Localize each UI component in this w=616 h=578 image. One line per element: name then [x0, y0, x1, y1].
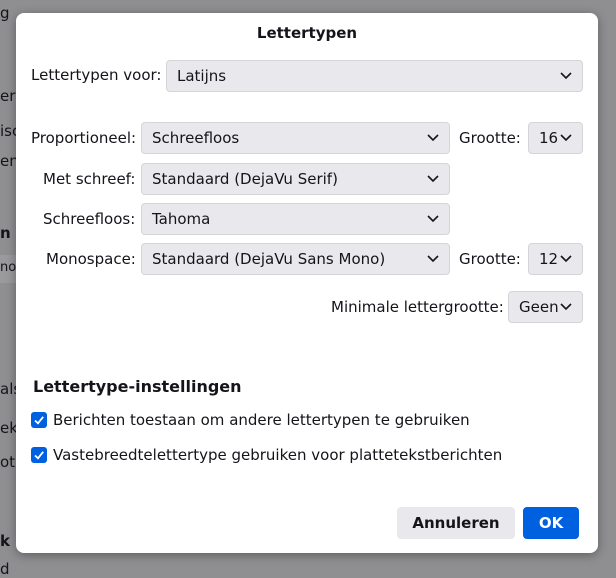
chevron-down-icon: [427, 215, 439, 223]
settings-heading: Lettertype-instellingen: [33, 377, 242, 396]
chevron-down-icon: [560, 303, 572, 311]
allow-fonts-label: Berichten toestaan om andere lettertypen…: [53, 411, 470, 429]
dialog-title: Lettertypen: [256, 24, 358, 42]
chevron-down-icon: [560, 255, 572, 263]
sans-serif-value: Tahoma: [152, 210, 211, 228]
proportional-size-select[interactable]: 16: [528, 122, 583, 154]
fixed-width-checkbox[interactable]: [31, 447, 47, 463]
proportional-value: Schreefloos: [152, 129, 240, 147]
fonts-dialog: Lettertypen Lettertypen voor: Latijns Pr…: [16, 13, 598, 553]
monospace-size-label: Grootte:: [459, 250, 521, 268]
proportional-size-value: 16: [539, 129, 559, 147]
checkmark-icon: [34, 451, 44, 460]
allow-fonts-checkbox[interactable]: [31, 412, 47, 428]
background-text: k: [0, 532, 10, 550]
ok-button[interactable]: OK: [523, 507, 579, 539]
minimum-size-value: Geen: [519, 298, 559, 316]
chevron-down-icon: [427, 175, 439, 183]
monospace-select[interactable]: Standaard (DejaVu Sans Mono): [141, 243, 450, 275]
sans-serif-label: Schreefloos:: [43, 210, 136, 228]
cancel-button[interactable]: Annuleren: [397, 507, 515, 539]
chevron-down-icon: [427, 255, 439, 263]
proportional-label: Proportioneel:: [31, 129, 137, 147]
fixed-width-label: Vastebreedtelettertype gebruiken voor pl…: [53, 446, 503, 464]
monospace-value: Standaard (DejaVu Sans Mono): [152, 250, 386, 268]
fonts-for-label: Lettertypen voor:: [31, 66, 162, 84]
serif-select[interactable]: Standaard (DejaVu Serif): [141, 163, 450, 195]
proportional-select[interactable]: Schreefloos: [141, 122, 450, 154]
chevron-down-icon: [560, 134, 572, 142]
sans-serif-select[interactable]: Tahoma: [141, 203, 450, 235]
background-text: ot: [0, 453, 16, 471]
serif-value: Standaard (DejaVu Serif): [152, 170, 338, 188]
checkmark-icon: [34, 416, 44, 425]
serif-label: Met schreef:: [43, 170, 136, 188]
chevron-down-icon: [560, 72, 572, 80]
proportional-size-label: Grootte:: [459, 129, 521, 147]
background-text: d: [0, 560, 10, 578]
background-text: n: [0, 224, 11, 242]
background-text: er: [0, 87, 16, 105]
monospace-size-select[interactable]: 12: [528, 243, 583, 275]
monospace-size-value: 12: [539, 250, 559, 268]
minimum-size-label: Minimale lettergrootte:: [331, 298, 504, 316]
monospace-label: Monospace:: [46, 250, 136, 268]
chevron-down-icon: [427, 134, 439, 142]
fonts-for-select[interactable]: Latijns: [166, 60, 583, 92]
background-text: g: [0, 4, 10, 22]
fonts-for-value: Latijns: [177, 67, 227, 85]
minimum-size-select[interactable]: Geen: [508, 291, 583, 323]
